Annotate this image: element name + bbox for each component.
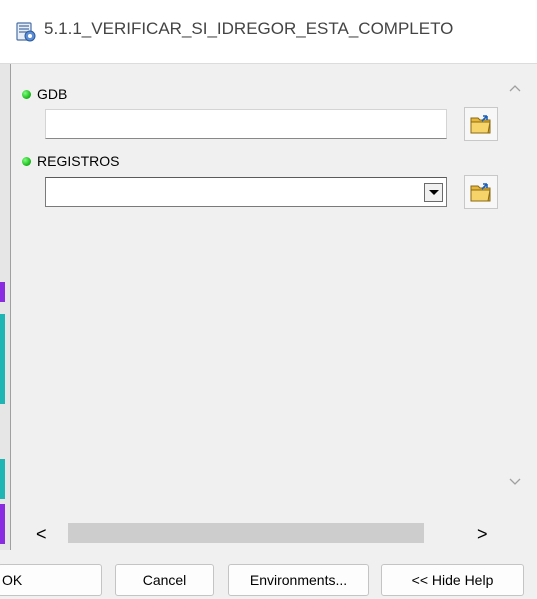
required-indicator-icon — [22, 156, 31, 166]
param-registros-label: REGISTROS — [22, 153, 119, 169]
scroll-right-icon[interactable]: > — [477, 524, 488, 545]
edge-mark — [0, 459, 5, 499]
registros-combo-box[interactable] — [45, 177, 447, 207]
param-label-text: GDB — [37, 86, 68, 102]
param-label-text: REGISTROS — [37, 153, 120, 169]
gdb-browse-button[interactable] — [464, 107, 498, 141]
dropdown-arrow-icon[interactable] — [424, 183, 443, 202]
scroll-left-icon[interactable]: < — [36, 524, 47, 545]
scroll-up-icon[interactable] — [508, 82, 522, 96]
vertical-scrollbar[interactable] — [505, 64, 525, 550]
hide-help-button[interactable]: << Hide Help — [381, 564, 524, 596]
title-bar: 5.1.1_VERIFICAR_SI_IDREGOR_ESTA_COMPLETO — [0, 0, 537, 64]
required-indicator-icon — [22, 89, 31, 99]
edge-mark — [0, 314, 5, 404]
open-folder-icon — [470, 183, 491, 202]
window-title: 5.1.1_VERIFICAR_SI_IDREGOR_ESTA_COMPLETO — [44, 19, 454, 38]
ok-button[interactable]: OK — [0, 564, 102, 596]
scroll-down-icon[interactable] — [508, 474, 522, 488]
cancel-button[interactable]: Cancel — [115, 564, 214, 596]
param-gdb-label: GDB — [22, 86, 67, 102]
edge-mark — [0, 282, 5, 302]
open-folder-icon — [470, 115, 491, 134]
horizontal-scrollbar[interactable]: < > — [12, 518, 505, 548]
left-edge-strip — [0, 64, 11, 569]
dialog-footer: OK Cancel Environments... << Hide Help — [0, 550, 537, 599]
edge-mark — [0, 504, 5, 544]
parameters-panel: GDB REGISTROS — [12, 64, 517, 550]
scroll-thumb[interactable] — [68, 523, 424, 543]
gdb-input[interactable] — [45, 109, 447, 139]
script-tool-icon — [16, 22, 36, 42]
environments-button[interactable]: Environments... — [228, 564, 369, 596]
registros-browse-button[interactable] — [464, 175, 498, 209]
